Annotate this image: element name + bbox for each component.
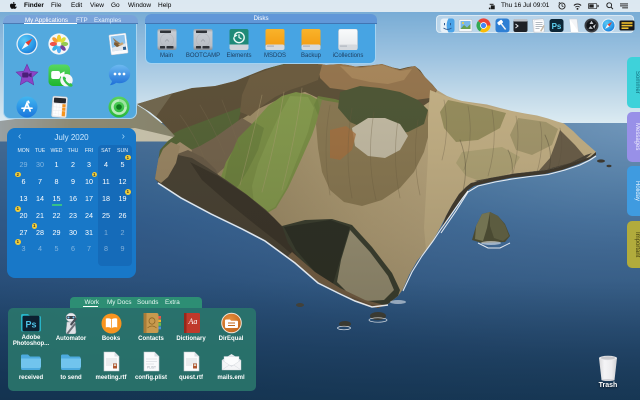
svg-text:Aa: Aa [188,317,198,326]
svg-text:PLIST: PLIST [147,366,156,370]
svg-text:Ps: Ps [25,320,36,330]
svg-text:Ps: Ps [551,21,561,30]
